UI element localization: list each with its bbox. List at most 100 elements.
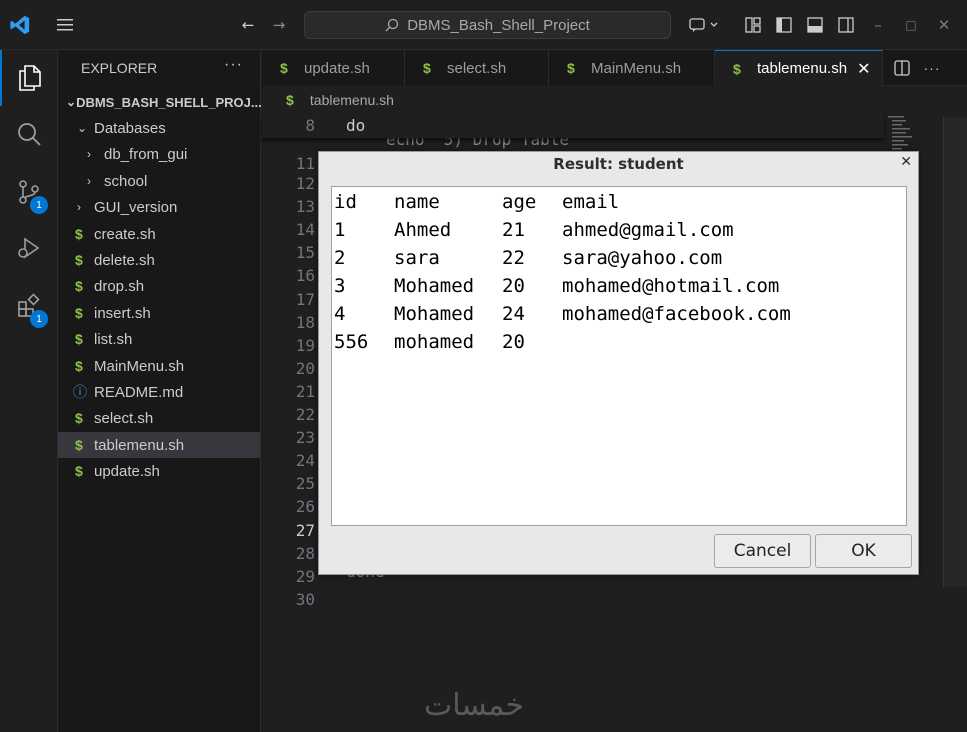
tree-item-label: MainMenu.sh	[94, 357, 185, 375]
table-cell-age: 20	[502, 331, 525, 353]
tree-item-databases[interactable]: ⌄ Databases	[58, 115, 260, 141]
tab-tablemenu[interactable]: $ tablemenu.sh ✕	[715, 50, 883, 86]
extensions-activity[interactable]: 1	[0, 278, 58, 334]
search-icon	[385, 18, 399, 32]
shell-file-icon: $	[75, 437, 83, 453]
arrow-left-icon[interactable]: ←	[236, 13, 260, 37]
shell-file-icon: $	[75, 226, 83, 242]
shell-file-icon: $	[280, 60, 288, 76]
line-number: 13	[295, 197, 315, 217]
table-cell-name: sara	[394, 247, 440, 269]
tree-item-readme[interactable]: ⓘ README.md	[58, 379, 260, 405]
shell-file-icon: $	[567, 60, 575, 76]
tab-close-icon[interactable]: ✕	[857, 59, 870, 79]
shell-file-icon: $	[286, 92, 294, 108]
dialog-close-icon[interactable]: ✕	[900, 154, 912, 170]
shell-file-icon: $	[75, 305, 83, 321]
explorer-more-actions[interactable]: ···	[224, 56, 243, 74]
line-number: 15	[295, 243, 315, 263]
dialog-title: Result: student	[553, 155, 684, 173]
column-header-id: id	[334, 191, 357, 213]
column-header-email: email	[562, 191, 620, 213]
tab-label: select.sh	[447, 59, 507, 77]
tree-item-select[interactable]: $ select.sh	[58, 405, 260, 431]
editor-tab-bar: $ update.sh $ select.sh $ MainMenu.sh $ …	[262, 50, 967, 86]
search-activity[interactable]	[0, 106, 58, 162]
table-cell-age: 21	[502, 219, 525, 241]
tab-label: MainMenu.sh	[591, 59, 682, 77]
cancel-button[interactable]: Cancel	[714, 534, 811, 568]
shell-file-icon: $	[75, 358, 83, 374]
table-cell-email: mohamed@hotmail.com	[562, 275, 780, 297]
info-file-icon: ⓘ	[73, 384, 87, 400]
line-number: 27	[295, 520, 315, 540]
close-window-icon[interactable]: ✕	[932, 13, 956, 37]
arrow-right-icon[interactable]: →	[267, 13, 291, 37]
line-number: 23	[295, 428, 315, 448]
toggle-secondary-sidebar-icon[interactable]	[834, 13, 858, 37]
table-cell-email: sara@yahoo.com	[562, 247, 723, 269]
chevron-right-icon: ›	[87, 147, 91, 161]
tree-item-insert[interactable]: $ insert.sh	[58, 300, 260, 326]
line-number: 24	[295, 451, 315, 471]
table-cell-age: 22	[502, 247, 525, 269]
ok-button[interactable]: OK	[815, 534, 912, 568]
shell-file-icon: $	[733, 60, 741, 77]
editor-scrollbar[interactable]	[943, 117, 967, 587]
tree-item-tablemenu[interactable]: $ tablemenu.sh	[58, 432, 260, 458]
table-cell-age: 20	[502, 275, 525, 297]
tree-item-db-from-gui[interactable]: › db_from_gui	[58, 141, 260, 167]
menu-icon[interactable]	[53, 13, 77, 37]
tree-item-gui-version[interactable]: › GUI_version	[58, 194, 260, 220]
source-control-badge: 1	[30, 196, 48, 214]
toggle-panel-icon[interactable]	[803, 13, 827, 37]
tree-item-delete[interactable]: $ delete.sh	[58, 247, 260, 273]
customize-layout-icon[interactable]	[741, 13, 765, 37]
source-control-activity[interactable]: 1	[0, 164, 58, 220]
tree-item-label: list.sh	[94, 330, 133, 348]
tree-item-school[interactable]: › school	[58, 168, 260, 194]
run-debug-activity[interactable]	[0, 220, 58, 276]
tree-item-label: create.sh	[94, 225, 156, 243]
watermark-logo: خمسات	[424, 688, 525, 723]
table-cell-id: 556	[334, 331, 369, 353]
chevron-right-icon: ›	[77, 200, 81, 214]
tree-item-drop[interactable]: $ drop.sh	[58, 273, 260, 299]
tree-item-label: delete.sh	[94, 251, 155, 269]
line-number: 29	[295, 566, 315, 586]
tree-item-create[interactable]: $ create.sh	[58, 221, 260, 247]
explorer-activity[interactable]	[0, 50, 58, 106]
table-cell-email: mohamed@facebook.com	[562, 303, 791, 325]
column-header-name: name	[394, 191, 440, 213]
tree-item-mainmenu[interactable]: $ MainMenu.sh	[58, 353, 260, 379]
shell-file-icon: $	[75, 278, 83, 294]
maximize-icon[interactable]: □	[899, 13, 923, 37]
command-center-search[interactable]: DBMS_Bash_Shell_Project	[304, 11, 671, 39]
result-table[interactable]: id name age email 1 Ahmed 21 ahmed@gmail.com 2 sa…	[331, 186, 907, 526]
tree-item-label: Databases	[94, 119, 166, 137]
tree-item-label: tablemenu.sh	[94, 436, 185, 454]
breadcrumb[interactable]: $ tablemenu.sh	[286, 92, 394, 108]
chevron-down-icon: ⌄	[77, 121, 88, 135]
table-cell-email: ahmed@gmail.com	[562, 219, 734, 241]
sticky-scroll[interactable]: 8 do	[262, 112, 884, 138]
column-header-age: age	[502, 191, 537, 213]
tree-root-folder[interactable]: ⌄ DBMS_BASH_SHELL_PROJ...	[58, 89, 262, 115]
tree-item-list[interactable]: $ list.sh	[58, 326, 260, 352]
tree-item-label: GUI_version	[94, 198, 178, 216]
minimize-icon[interactable]: –	[866, 13, 890, 37]
search-text: DBMS_Bash_Shell_Project	[407, 16, 590, 34]
tab-select[interactable]: $ select.sh	[405, 50, 549, 86]
split-editor-icon[interactable]	[890, 56, 914, 80]
search-icon	[18, 123, 41, 146]
code-line: do	[346, 116, 366, 135]
tab-update[interactable]: $ update.sh	[262, 50, 405, 86]
tree-item-update[interactable]: $ update.sh	[58, 458, 260, 484]
tab-mainmenu[interactable]: $ MainMenu.sh	[549, 50, 715, 86]
shell-file-icon: $	[75, 252, 83, 268]
toggle-primary-sidebar-icon[interactable]	[772, 13, 796, 37]
vscode-logo-icon	[8, 13, 32, 37]
shell-file-icon: $	[423, 60, 431, 76]
copilot-chat-icon[interactable]	[686, 13, 722, 37]
more-actions-icon[interactable]: ···	[920, 56, 944, 80]
